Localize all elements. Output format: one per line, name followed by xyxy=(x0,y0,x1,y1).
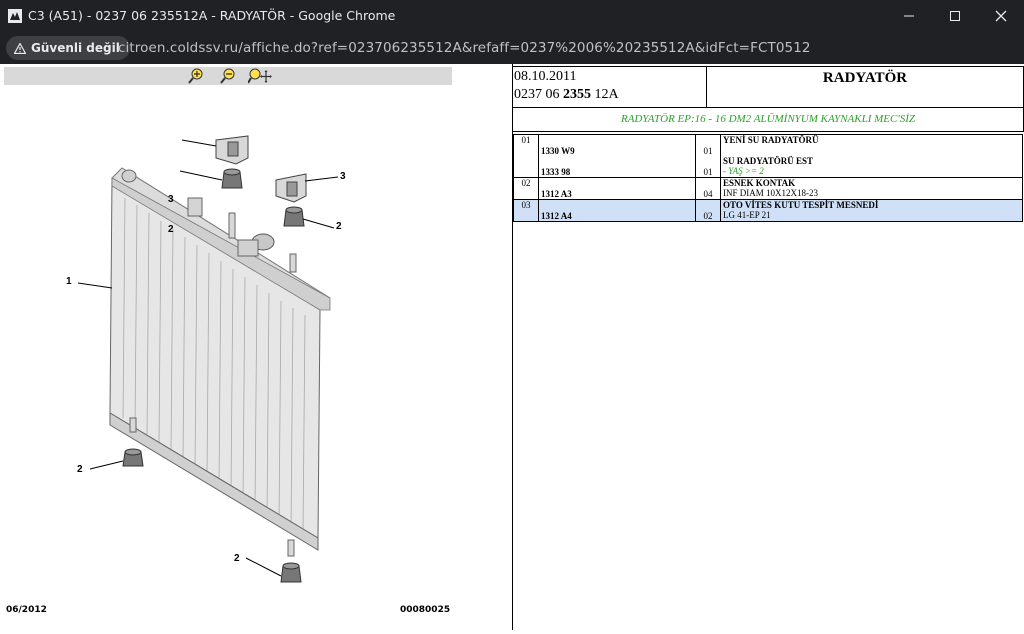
parts-subtitle: RADYATÖR EP:16 - 16 DM2 ALÜMİNYUM KAYNAK… xyxy=(513,107,1024,132)
part-description: OTO VİTES KUTU TESPİT MESNEDİ LG 41-EP 2… xyxy=(720,199,1023,222)
header-ref: 0237 06 2355 12A xyxy=(514,87,619,103)
part-qty: 01 xyxy=(703,146,713,156)
part-qty: 01 xyxy=(703,167,713,177)
part-description: YENİ SU RADYATÖRÜ SU RADYATÖRÜ EST - YAŞ… xyxy=(720,134,1023,178)
part-ref[interactable]: 1312 A4 xyxy=(541,211,693,221)
ref-suffix: 12A xyxy=(591,87,619,102)
warning-icon xyxy=(14,42,26,54)
diagram-pane: 1 3 2 3 2 2 2 06/2012 00080025 xyxy=(0,64,513,630)
row-index: 01 xyxy=(513,134,539,178)
title-bar: C3 (A51) - 0237 06 235512A - RADYATÖR - … xyxy=(0,0,1024,32)
callout-2: 2 xyxy=(234,553,240,564)
callout-2: 2 xyxy=(77,464,83,475)
desc-line: SU RADYATÖRÜ EST xyxy=(723,156,814,166)
ref-bold: 2355 xyxy=(563,87,591,102)
minimize-button[interactable] xyxy=(886,0,932,32)
maximize-icon xyxy=(950,11,960,21)
table-row[interactable]: 01 1330 W9 1333 98 01 01 YENİ SU RADYATÖ… xyxy=(513,134,1023,178)
maximize-button[interactable] xyxy=(932,0,978,32)
parts-pane: 08.10.2011 0237 06 2355 12A RADYATÖR RAD… xyxy=(513,64,1024,630)
callout-3: 3 xyxy=(168,194,174,205)
part-qty: 04 xyxy=(703,189,713,199)
desc-line: LG 41-EP 21 xyxy=(723,210,771,220)
callout-1: 1 xyxy=(66,276,72,287)
callout-2: 2 xyxy=(336,221,342,232)
part-ref[interactable]: 1333 98 xyxy=(541,167,693,177)
callout-2: 2 xyxy=(168,224,174,235)
ref-prefix: 0237 06 xyxy=(514,87,563,102)
header-title: RADYATÖR xyxy=(822,70,908,86)
part-refs: 1312 A3 xyxy=(538,177,696,200)
part-ref[interactable]: 1330 W9 xyxy=(541,146,693,156)
part-qtys: 02 xyxy=(695,199,721,222)
part-refs: 1312 A4 xyxy=(538,199,696,222)
desc-line: YENİ SU RADYATÖRÜ xyxy=(723,135,819,145)
parts-table: 01 1330 W9 1333 98 01 01 YENİ SU RADYATÖ… xyxy=(513,134,1023,222)
app-icon xyxy=(8,9,22,23)
callout-3: 3 xyxy=(340,171,346,182)
parts-header: 08.10.2011 0237 06 2355 12A RADYATÖR xyxy=(513,66,1024,108)
part-qtys: 04 xyxy=(695,177,721,200)
part-ref[interactable]: 1312 A3 xyxy=(541,189,693,199)
close-button[interactable] xyxy=(978,0,1024,32)
part-qtys: 01 01 xyxy=(695,134,721,178)
security-label: Güvenli değil xyxy=(31,41,120,55)
header-date: 08.10.2011 xyxy=(514,69,577,84)
zoom-toolbar xyxy=(4,67,452,85)
pan-icon xyxy=(247,68,272,84)
diagram-date: 06/2012 xyxy=(6,605,47,615)
zoom-in-icon xyxy=(188,68,203,84)
diagram-code: 00080025 xyxy=(400,605,451,615)
part-description: ESNEK KONTAK INF DIAM 10X12X18-23 xyxy=(720,177,1023,200)
part-qty: 02 xyxy=(703,211,713,221)
security-chip[interactable]: Güvenli değil xyxy=(6,36,130,60)
row-index: 02 xyxy=(513,177,539,200)
zoom-in-button[interactable] xyxy=(188,68,204,84)
desc-line: ESNEK KONTAK xyxy=(723,178,796,188)
url-text[interactable]: citroen.coldssv.ru/affiche.do?ref=023706… xyxy=(118,40,811,56)
table-row[interactable]: 02 1312 A3 04 ESNEK KONTAK INF DIAM 10X1… xyxy=(513,177,1023,200)
desc-line: INF DIAM 10X12X18-23 xyxy=(723,188,818,198)
zoom-out-button[interactable] xyxy=(220,68,236,84)
address-bar: Güvenli değil citroen.coldssv.ru/affiche… xyxy=(0,32,1024,64)
row-index: 03 xyxy=(513,199,539,222)
minimize-icon xyxy=(904,15,914,17)
window-title: C3 (A51) - 0237 06 235512A - RADYATÖR - … xyxy=(28,8,396,23)
radiator-diagram xyxy=(77,135,339,583)
table-row-selected[interactable]: 03 1312 A4 02 OTO VİTES KUTU TESPİT MESN… xyxy=(513,199,1023,222)
desc-line: OTO VİTES KUTU TESPİT MESNEDİ xyxy=(723,200,879,210)
pan-zoom-button[interactable] xyxy=(247,68,272,84)
close-icon xyxy=(995,10,1007,22)
zoom-out-icon xyxy=(220,68,235,84)
desc-condition: - YAŞ >= 2 xyxy=(723,166,764,176)
part-refs: 1330 W9 1333 98 xyxy=(538,134,696,178)
page-content: 1 3 2 3 2 2 2 06/2012 00080025 08.10.201… xyxy=(0,64,1024,634)
